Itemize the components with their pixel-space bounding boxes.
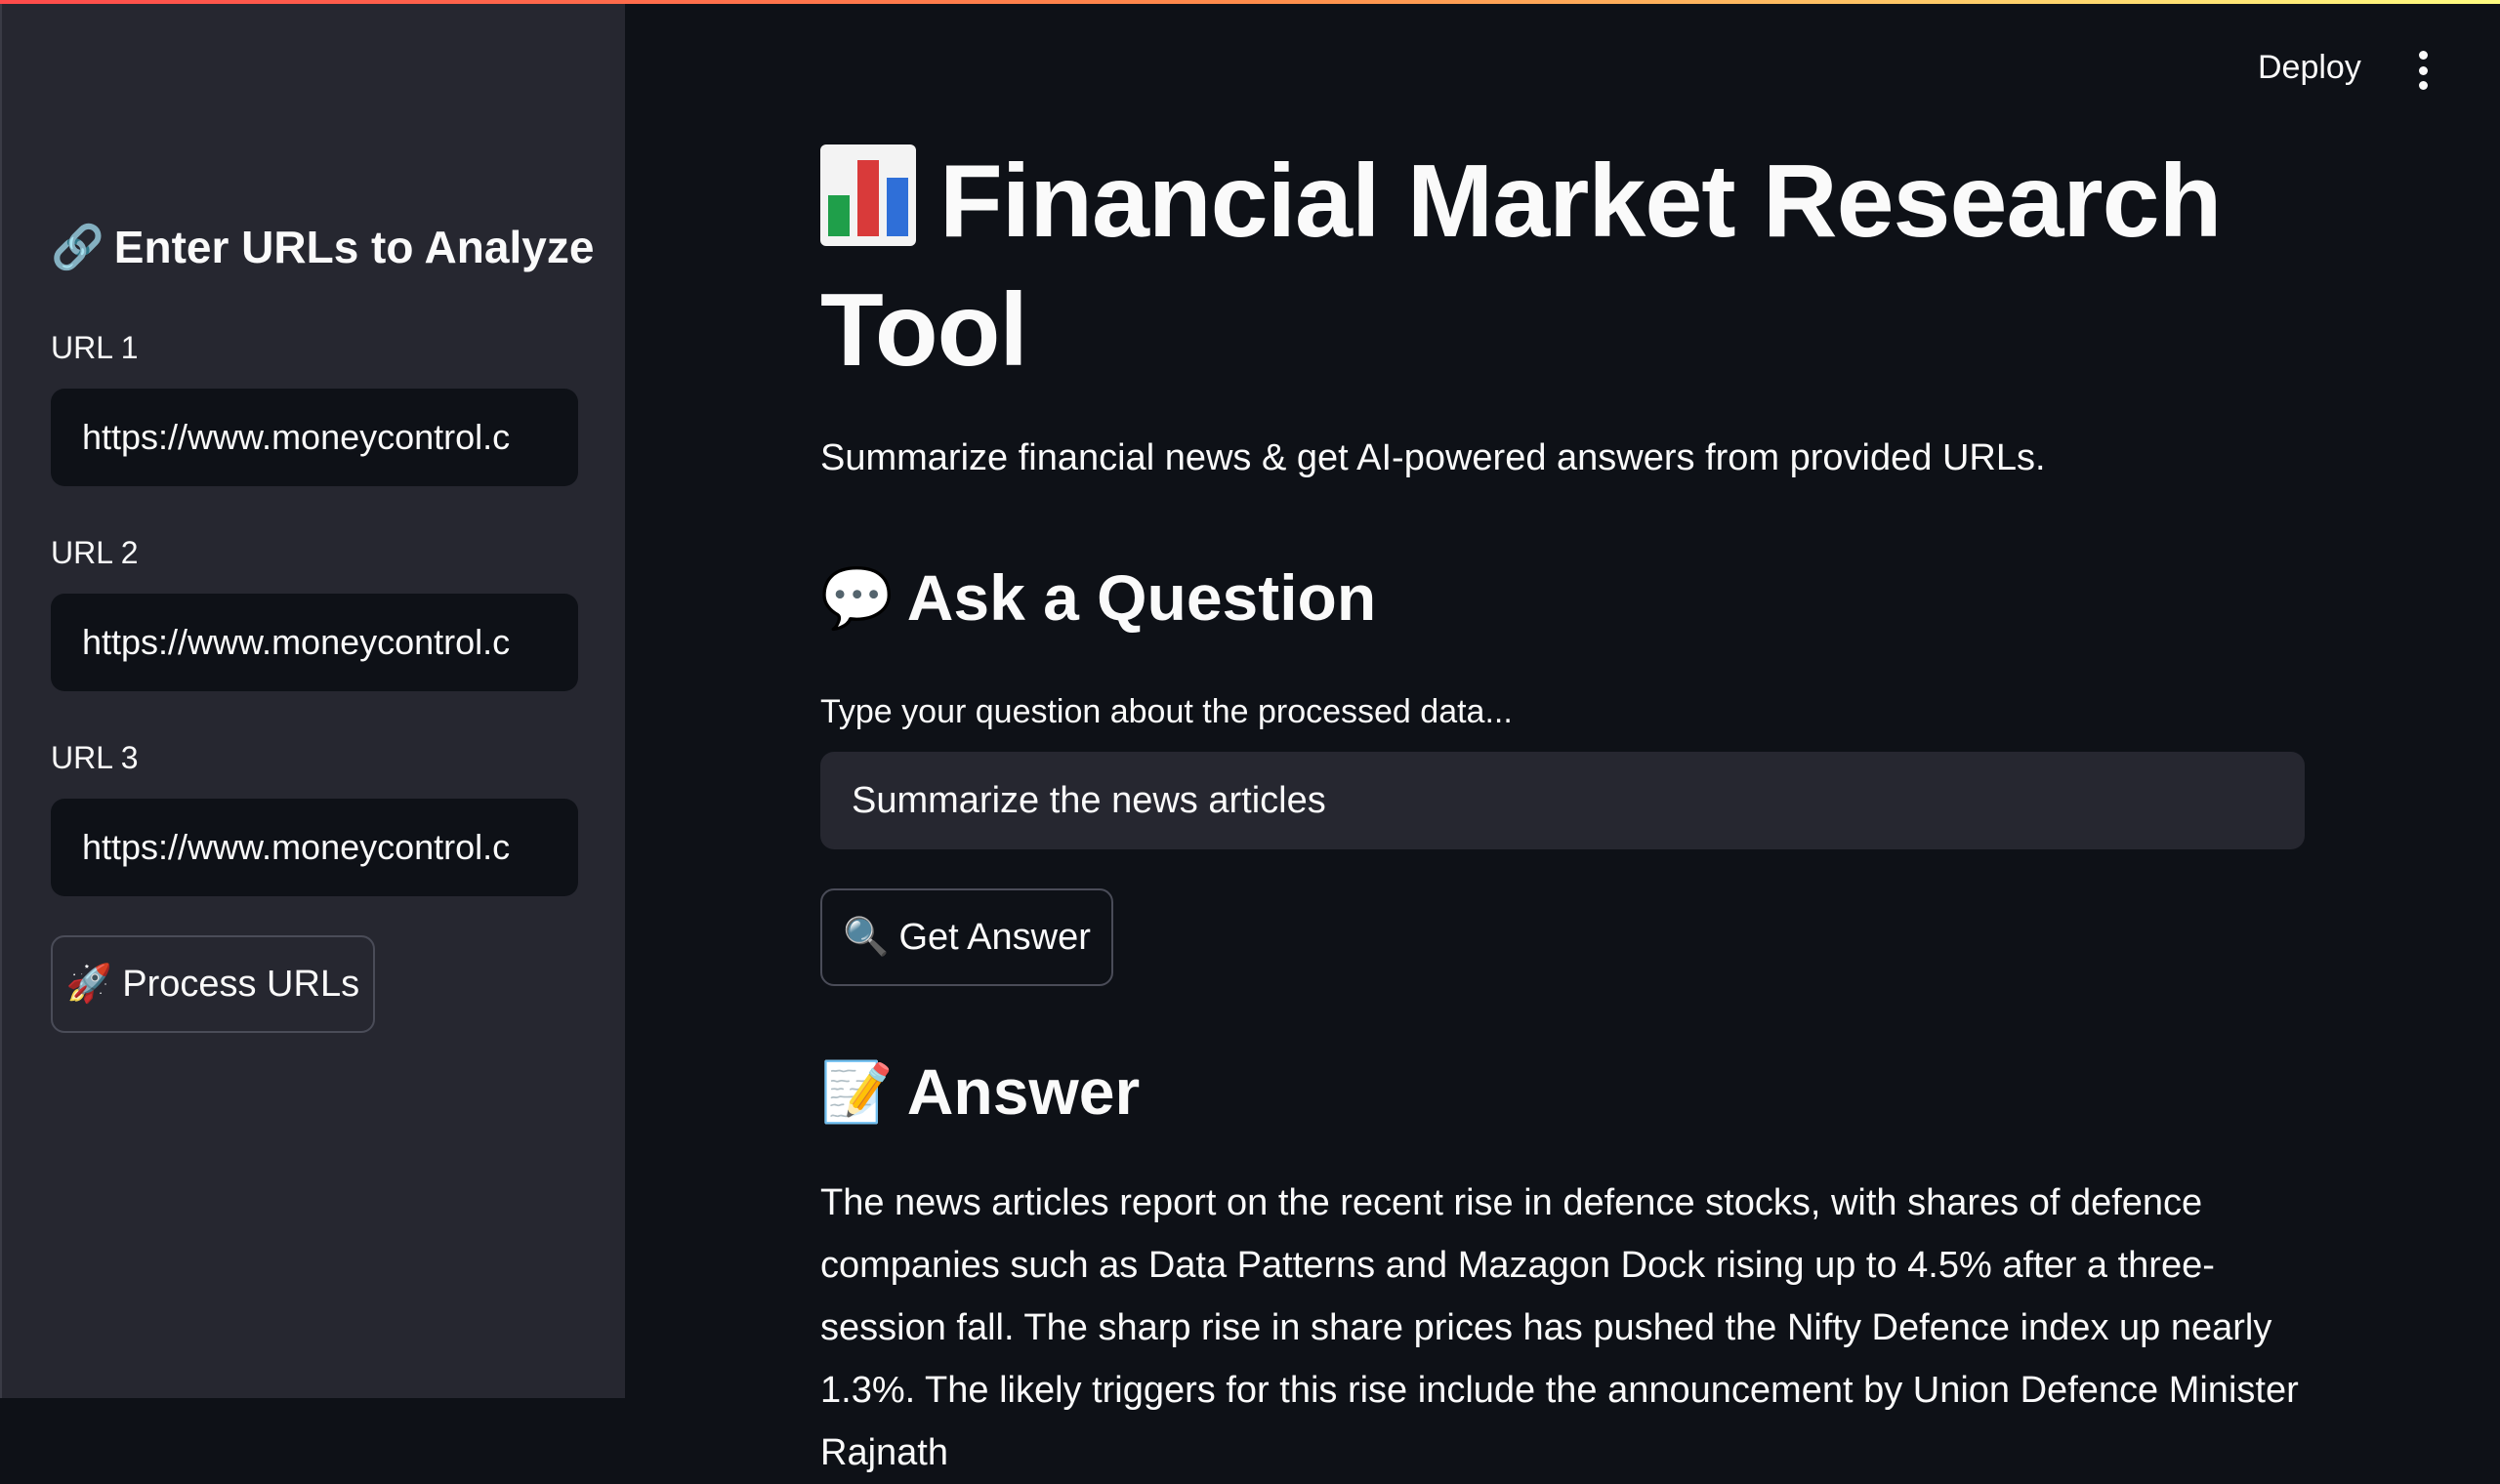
memo-icon: 📝 [820, 1058, 894, 1125]
url-2-value: https://www.moneycontrol.c [82, 622, 511, 662]
url-3-label: URL 3 [51, 740, 139, 775]
url-3-input[interactable]: https://www.moneycontrol.c [51, 799, 578, 896]
sidebar-header-text: Enter URLs to Analyze [113, 222, 595, 272]
process-urls-label: Process URLs [122, 963, 360, 1005]
bar-chart-icon [820, 144, 916, 246]
url-2-label: URL 2 [51, 535, 139, 570]
url-3-value: https://www.moneycontrol.c [82, 827, 511, 867]
link-icon: 🔗 [51, 224, 104, 271]
ask-question-text: Ask a Question [906, 561, 1377, 634]
question-label: Type your question about the processed d… [820, 693, 1513, 730]
process-urls-button[interactable]: 🚀 Process URLs [51, 935, 375, 1033]
speech-bubble-icon: 💬 [820, 564, 894, 631]
sidebar-header: 🔗 Enter URLs to Analyze [51, 221, 594, 273]
page-title-text: Financial Market Research Tool [820, 144, 2222, 388]
url-2-input[interactable]: https://www.moneycontrol.c [51, 594, 578, 691]
answer-text: The news articles report on the recent r… [820, 1182, 2299, 1473]
get-answer-label: Get Answer [898, 916, 1091, 958]
question-value: Summarize the news articles [852, 779, 1326, 821]
url-1-input[interactable]: https://www.moneycontrol.c [51, 389, 578, 486]
main-content: Deploy Financial Market Research Tool Su… [625, 0, 2500, 1473]
url-1-value: https://www.moneycontrol.c [82, 417, 511, 457]
top-decoration-stripe [0, 0, 2500, 4]
page-subtitle: Summarize financial news & get AI-powere… [820, 437, 2046, 478]
ask-question-heading: 💬 Ask a Question [820, 560, 1376, 635]
question-input[interactable]: Summarize the news articles [820, 752, 2305, 849]
rocket-icon: 🚀 [65, 964, 113, 1005]
url-1-label: URL 1 [51, 330, 139, 365]
magnifier-icon: 🔍 [843, 917, 890, 958]
get-answer-button[interactable]: 🔍 Get Answer [820, 888, 1113, 986]
answer-heading-text: Answer [906, 1055, 1141, 1128]
deploy-button[interactable]: Deploy [2258, 49, 2361, 87]
more-menu-icon[interactable] [2412, 51, 2434, 90]
page-title: Financial Market Research Tool [820, 137, 2285, 394]
sidebar: 🔗 Enter URLs to Analyze URL 1 https://ww… [0, 0, 625, 1398]
answer-heading: 📝 Answer [820, 1054, 1140, 1129]
